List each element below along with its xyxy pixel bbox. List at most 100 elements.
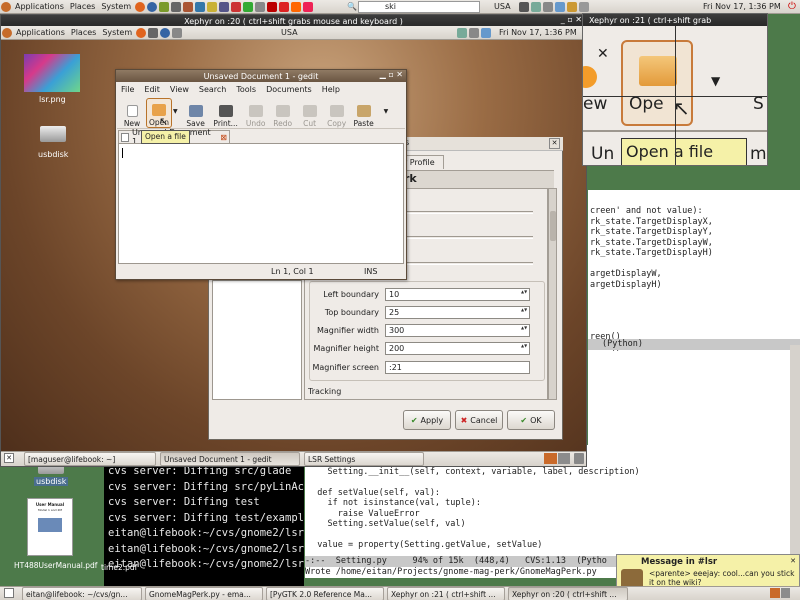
launcher-icon[interactable] [243,1,254,12]
inner-workspace-switcher[interactable] [544,453,570,464]
keyboard-indicator[interactable]: USA [494,2,511,11]
tray-icon[interactable] [469,28,479,38]
magnifier-width-spinner[interactable]: 300 [385,324,530,337]
mag-crosshair-h [583,96,767,97]
launcher-icon[interactable] [231,1,242,12]
notification-close-icon[interactable]: ✕ [790,557,796,565]
help-icon[interactable] [147,1,158,12]
inner-launcher-icon[interactable] [172,27,183,38]
magnifier-height-spinner[interactable]: 200 [385,342,530,355]
inner-task-gedit[interactable]: Unsaved Document 1 - gedit [160,452,300,466]
left-boundary-label: Left boundary [323,290,379,299]
firefox-icon[interactable] [135,1,146,12]
gedit-statusbar: Ln 1, Col 1 INS [116,265,406,278]
tray-icon[interactable] [543,2,553,12]
inner-menu-applications[interactable]: Applications [13,28,68,37]
paste-button[interactable]: Paste [351,98,377,128]
launcher-icon[interactable] [219,1,230,12]
open-dropdown-chevron-icon[interactable]: ▼ [173,108,178,115]
inner-task-lsr-settings[interactable]: LSR Settings [304,452,424,466]
toolbar-overflow-chevron-icon[interactable]: ▼ [384,108,389,115]
tray-icon[interactable] [457,28,467,38]
tray-icon[interactable] [555,2,565,12]
launcher-icon[interactable] [207,1,218,12]
print-button[interactable]: Print... [210,98,242,128]
power-icon[interactable]: ⏻ [788,1,796,12]
launcher-icon[interactable] [303,1,314,12]
menu-places[interactable]: Places [67,2,98,11]
xephyr21-titlebar[interactable]: Xephyr on :21 ( ctrl+shift grab [583,14,767,26]
inner-firefox-icon[interactable] [136,27,147,38]
mag-tooltip: Open a file [621,138,747,165]
menu-system[interactable]: System [98,2,134,11]
menu-applications[interactable]: Applications [12,2,67,11]
panel-search-input[interactable]: ski [358,1,480,13]
launcher-icon[interactable] [291,1,302,12]
gedit-menu-search[interactable]: Search [194,85,231,94]
apply-button[interactable]: ✔ Apply [403,410,451,430]
inner-show-desktop-icon[interactable]: ✕ [4,453,14,463]
launcher-icon[interactable] [159,1,170,12]
launcher-icon[interactable] [267,1,278,12]
inner-menu-places[interactable]: Places [68,28,99,37]
task-terminal[interactable]: eitan@lifebook: ~/cvs/gn... [22,587,142,600]
tab-close-icon[interactable]: ⊠ [220,133,227,142]
cancel-button[interactable]: ✖ Cancel [455,410,503,430]
workspace-switcher[interactable] [770,588,790,598]
gedit-menu-file[interactable]: File [116,85,139,94]
launcher-icon[interactable] [195,1,206,12]
gedit-menu-tools[interactable]: Tools [231,85,261,94]
redo-icon [275,105,290,117]
gedit-text-area[interactable] [118,143,404,264]
launcher-icon[interactable] [255,1,266,12]
undo-button[interactable]: Undo [243,98,269,128]
lsr-close-icon[interactable]: ✕ [549,138,560,149]
new-button[interactable]: New [119,98,145,128]
gedit-menu-documents[interactable]: Documents [261,85,317,94]
gedit-window-controls[interactable]: ▁ ▫ ✕ [380,70,403,79]
magnifier-screen-input[interactable]: :21 [385,361,530,374]
top-boundary-spinner[interactable]: 25 [385,306,530,319]
task-xephyr21[interactable]: Xephyr on :21 ( ctrl+shift ... [387,587,505,600]
show-desktop-icon[interactable] [4,588,14,598]
task-pygtk-reference[interactable]: [PyGTK 2.0 Reference Ma... [266,587,384,600]
xephyr21-title: Xephyr on :21 ( ctrl+shift grab [589,15,712,25]
tray-icon[interactable] [519,2,529,12]
inner-launcher-icon[interactable] [148,27,159,38]
left-boundary-spinner[interactable]: 10 [385,288,530,301]
ok-button[interactable]: ✔ OK [507,410,555,430]
inner-menu-system[interactable]: System [99,28,135,37]
gedit-menu-help[interactable]: Help [317,85,345,94]
tray-icon[interactable] [481,28,491,38]
lsr-png-icon[interactable] [24,54,80,92]
inner-task-terminal[interactable]: [maguser@lifebook: ~] [24,452,156,466]
lsr-scrollbar[interactable] [548,188,557,400]
gedit-titlebar[interactable]: Unsaved Document 1 - gedit ▁ ▫ ✕ [116,70,406,82]
inner-trash-icon[interactable] [574,453,584,464]
inner-clock[interactable]: Fri Nov 17, 1:36 PM [499,28,577,37]
emacs-scrollbar[interactable] [790,345,800,560]
tray-icon[interactable] [531,2,541,12]
panel-clock[interactable]: Fri Nov 17, 1:36 PM [703,2,781,11]
task-xephyr20[interactable]: Xephyr on :20 ( ctrl+shift ... [508,587,628,600]
window-controls[interactable]: _ ▫ ✕ [561,15,582,24]
ok-check-icon: ✔ [520,415,528,425]
task-emacs[interactable]: GnomeMagPerk.py - ema... [145,587,263,600]
save-button[interactable]: Save [183,98,209,128]
launcher-icon[interactable] [171,1,182,12]
gedit-menu-edit[interactable]: Edit [139,85,165,94]
gedit-menu-view[interactable]: View [165,85,194,94]
cut-button[interactable]: Cut [297,98,323,128]
pdf-thumbnail-icon[interactable]: User Manual Model 1 and 2M [27,498,73,556]
inner-help-icon[interactable] [160,27,171,38]
launcher-icon[interactable] [183,1,194,12]
launcher-icon[interactable] [279,1,290,12]
usbdisk-icon[interactable] [40,126,66,142]
lsr-left-list[interactable] [212,280,302,400]
redo-button[interactable]: Redo [270,98,296,128]
tray-icon[interactable] [567,2,577,12]
copy-button[interactable]: Copy [324,98,350,128]
inner-keyboard-indicator[interactable]: USA [281,28,298,37]
emacs-code-line: rk_state.TargetDisplayY, [590,227,713,237]
tray-icon[interactable] [579,2,589,12]
